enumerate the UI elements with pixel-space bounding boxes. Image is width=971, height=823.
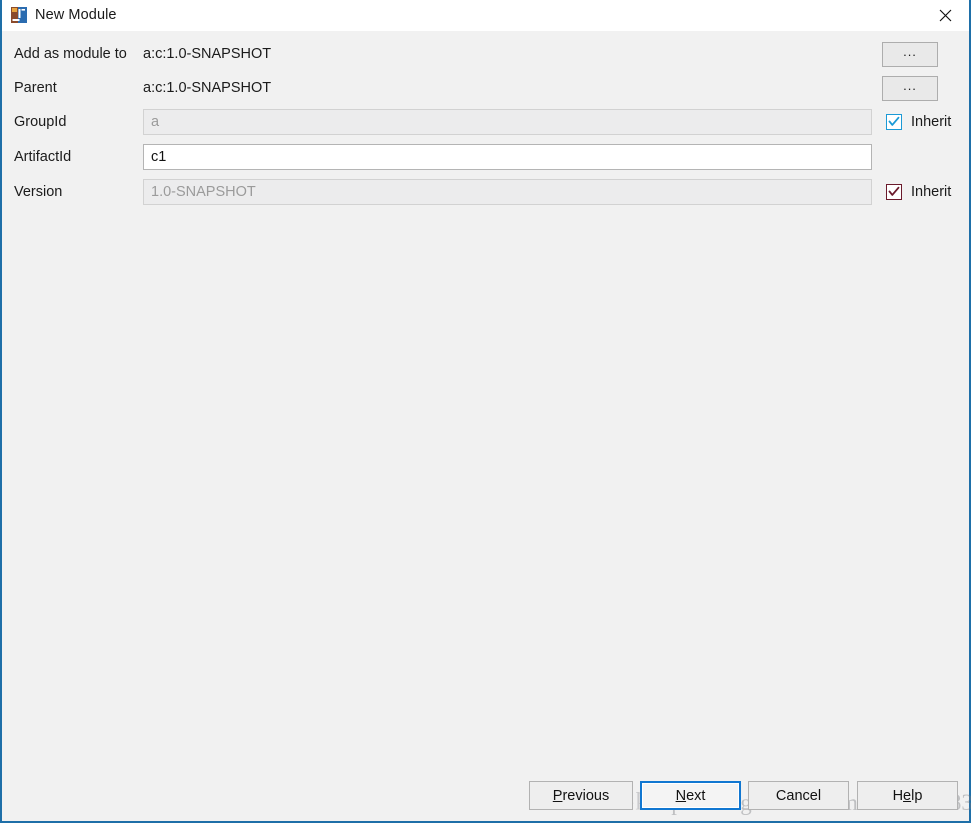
- cancel-button-label: Cancel: [776, 788, 821, 804]
- value-add-as-module-to: a:c:1.0-SNAPSHOT: [143, 39, 271, 69]
- checkbox-checked-icon[interactable]: [886, 184, 902, 200]
- inherit-toggle-group-id[interactable]: Inherit: [886, 114, 951, 130]
- row-add-as-module-to: Add as module to a:c:1.0-SNAPSHOT ...: [2, 39, 969, 69]
- window-title: New Module: [35, 7, 117, 23]
- previous-button[interactable]: Previous: [529, 781, 633, 810]
- cancel-button[interactable]: Cancel: [748, 781, 849, 810]
- next-button-label: Next: [676, 788, 706, 804]
- dialog-content: Add as module to a:c:1.0-SNAPSHOT ... Pa…: [2, 31, 969, 821]
- help-button[interactable]: Help: [857, 781, 958, 810]
- inherit-label-version: Inherit: [911, 184, 951, 200]
- browse-button-parent[interactable]: ...: [882, 76, 938, 101]
- title-bar: New Module: [2, 0, 969, 31]
- intellij-idea-icon: [11, 7, 27, 23]
- row-parent: Parent a:c:1.0-SNAPSHOT ...: [2, 73, 969, 103]
- row-version: Version Inherit: [2, 177, 969, 207]
- value-parent: a:c:1.0-SNAPSHOT: [143, 73, 271, 103]
- label-group-id: GroupId: [14, 107, 66, 137]
- next-button[interactable]: Next: [640, 781, 741, 810]
- new-module-dialog: New Module Add as module to a:c:1.0-SNAP…: [0, 0, 971, 823]
- inherit-toggle-version[interactable]: Inherit: [886, 184, 951, 200]
- previous-button-label: Previous: [553, 788, 609, 804]
- version-input[interactable]: [143, 179, 872, 205]
- artifact-id-input[interactable]: [143, 144, 872, 170]
- close-button[interactable]: [922, 0, 969, 30]
- inherit-label-group-id: Inherit: [911, 114, 951, 130]
- label-parent: Parent: [14, 73, 57, 103]
- dialog-button-bar: Previous Next Cancel Help: [2, 781, 969, 815]
- checkbox-checked-icon[interactable]: [886, 114, 902, 130]
- label-version: Version: [14, 177, 62, 207]
- group-id-input[interactable]: [143, 109, 872, 135]
- browse-button-add-as-module-to[interactable]: ...: [882, 42, 938, 67]
- help-button-label: Help: [893, 788, 923, 804]
- row-artifact-id: ArtifactId: [2, 142, 969, 172]
- row-group-id: GroupId Inherit: [2, 107, 969, 137]
- label-add-as-module-to: Add as module to: [14, 39, 127, 69]
- close-icon: [939, 9, 952, 22]
- label-artifact-id: ArtifactId: [14, 142, 71, 172]
